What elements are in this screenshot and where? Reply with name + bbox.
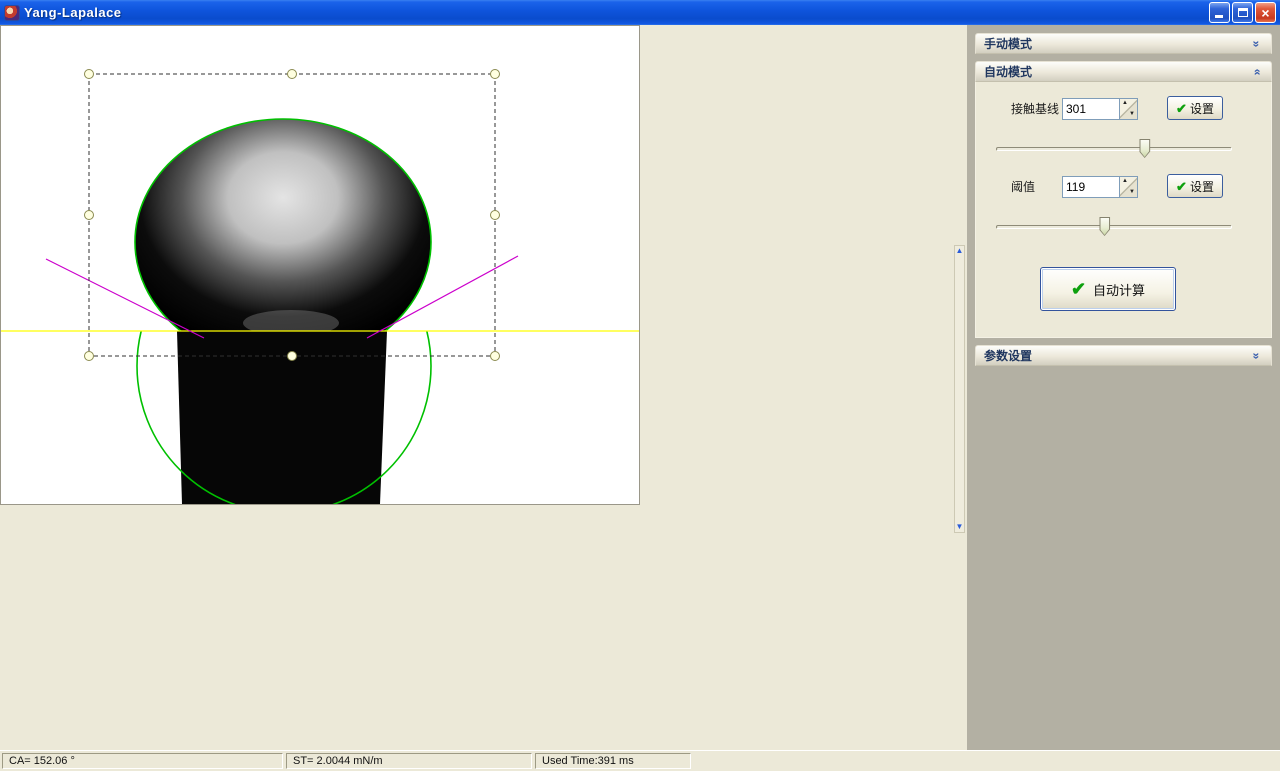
panel-auto-mode: 自动模式 » 接触基线 ▲ ▼ ✔ 设置 [975, 61, 1272, 338]
panel-title: 自动模式 [984, 63, 1032, 80]
panel-header-params[interactable]: 参数设置 » [975, 345, 1272, 366]
panel-manual-mode: 手动模式 » [975, 33, 1272, 54]
baseline-value-field[interactable] [1063, 99, 1119, 119]
chevron-up-icon[interactable]: » [1249, 63, 1263, 81]
chevron-down-icon[interactable]: » [1249, 347, 1263, 365]
selection-handle[interactable] [491, 352, 500, 361]
threshold-label: 阈值 [1011, 175, 1035, 199]
sidebar: 手动模式 » 自动模式 » 接触基线 ▲ ▼ ✔ [967, 25, 1280, 750]
panel-params: 参数设置 » [975, 345, 1272, 366]
button-label: 设置 [1190, 178, 1214, 195]
selection-handle[interactable] [85, 211, 94, 220]
drop-image [1, 26, 639, 504]
minimize-icon [1215, 15, 1223, 18]
check-icon: ✔ [1176, 180, 1187, 193]
spinner-up-icon[interactable]: ▲ [1122, 179, 1128, 184]
panel-title: 参数设置 [984, 347, 1032, 364]
panel-header-auto-mode[interactable]: 自动模式 » [975, 61, 1272, 82]
window-title: Yang-Lapalace [24, 5, 122, 20]
baseline-slider[interactable] [996, 139, 1232, 159]
baseline-label: 接触基线 [1011, 97, 1059, 121]
baseline-spinner[interactable]: ▲ ▼ [1119, 99, 1137, 119]
minimize-button[interactable] [1209, 2, 1230, 23]
threshold-value-field[interactable] [1063, 177, 1119, 197]
scroll-up-icon[interactable]: ▲ [956, 246, 964, 256]
selection-handle[interactable] [491, 211, 500, 220]
app-icon [4, 5, 20, 21]
status-used-time: Used Time:391 ms [535, 753, 691, 769]
image-canvas[interactable] [0, 25, 640, 505]
slider-track[interactable] [996, 147, 1232, 151]
threshold-spinner[interactable]: ▲ ▼ [1119, 177, 1137, 197]
slider-track[interactable] [996, 225, 1232, 229]
selection-handle[interactable] [85, 70, 94, 79]
check-icon: ✔ [1176, 102, 1187, 115]
titlebar: Yang-Lapalace × [0, 0, 1280, 25]
spinner-down-icon[interactable]: ▼ [1129, 112, 1135, 117]
maximize-icon [1238, 8, 1248, 17]
auto-calc-button[interactable]: ✔ 自动计算 [1040, 267, 1176, 311]
close-icon: × [1261, 5, 1269, 21]
substrate-pillar [177, 331, 387, 504]
statusbar: CA= 152.06 ° ST= 2.0044 mN/m Used Time:3… [0, 750, 1280, 771]
threshold-slider-thumb[interactable] [1099, 217, 1110, 236]
vertical-scrollbar[interactable]: ▲ ▼ [954, 245, 965, 533]
status-contact-angle: CA= 152.06 ° [2, 753, 283, 769]
spinner-down-icon[interactable]: ▼ [1129, 190, 1135, 195]
threshold-set-button[interactable]: ✔ 设置 [1167, 174, 1223, 198]
button-label: 自动计算 [1093, 280, 1145, 299]
workspace: ▲ ▼ 手动模式 » 自动模式 » 接触基线 ▲ ▼ [0, 25, 1280, 750]
threshold-input[interactable]: ▲ ▼ [1062, 176, 1138, 198]
check-icon: ✔ [1071, 280, 1086, 298]
baseline-slider-thumb[interactable] [1139, 139, 1150, 158]
threshold-slider[interactable] [996, 217, 1232, 237]
selection-handle[interactable] [85, 352, 94, 361]
selection-handle[interactable] [491, 70, 500, 79]
button-label: 设置 [1190, 100, 1214, 117]
maximize-button[interactable] [1232, 2, 1253, 23]
spinner-up-icon[interactable]: ▲ [1122, 101, 1128, 106]
panel-title: 手动模式 [984, 35, 1032, 52]
scroll-down-icon[interactable]: ▼ [956, 522, 964, 532]
status-surface-tension: ST= 2.0044 mN/m [286, 753, 532, 769]
selection-handle[interactable] [288, 352, 297, 361]
window-buttons: × [1209, 2, 1276, 23]
panel-header-manual-mode[interactable]: 手动模式 » [975, 33, 1272, 54]
baseline-input[interactable]: ▲ ▼ [1062, 98, 1138, 120]
baseline-set-button[interactable]: ✔ 设置 [1167, 96, 1223, 120]
chevron-down-icon[interactable]: » [1249, 35, 1263, 53]
auto-mode-body: 接触基线 ▲ ▼ ✔ 设置 阈值 [975, 82, 1272, 338]
selection-handle[interactable] [288, 70, 297, 79]
close-button[interactable]: × [1255, 2, 1276, 23]
